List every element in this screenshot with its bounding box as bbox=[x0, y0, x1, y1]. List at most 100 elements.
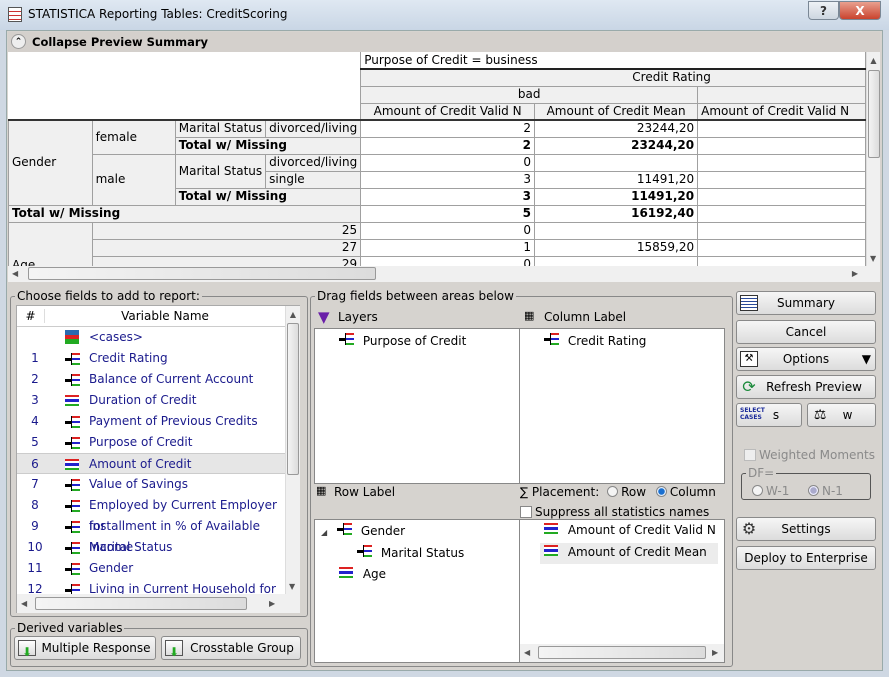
stat-item[interactable]: Amount of Credit Mean bbox=[540, 543, 718, 564]
variable-list-item[interactable]: 3 Duration of Credit bbox=[17, 390, 285, 411]
table-grid-icon: ▦ bbox=[524, 309, 535, 322]
variable-list-item[interactable]: 5 Purpose of Credit bbox=[17, 432, 285, 453]
weight-icon: ⚖ bbox=[813, 407, 827, 423]
preview-horizontal-scrollbar[interactable]: ◀ ▶ bbox=[8, 266, 880, 282]
variable-list-item[interactable]: <cases> bbox=[17, 327, 285, 348]
settings-label: Settings bbox=[781, 522, 831, 536]
variable-number: 3 bbox=[31, 393, 39, 407]
row-item-label: Marital Status bbox=[380, 546, 465, 560]
variable-list-horizontal-scrollbar[interactable]: ◀ ▶ bbox=[17, 594, 300, 613]
placement-column-radio[interactable] bbox=[655, 486, 667, 497]
preview-vertical-scrollbar[interactable]: ▲ ▼ bbox=[866, 52, 880, 266]
w1-label: W-1 bbox=[766, 484, 790, 498]
continuous-variable-icon bbox=[544, 545, 558, 556]
settings-button[interactable]: ⚙ Settings bbox=[736, 517, 876, 541]
statistics-horizontal-scrollbar[interactable]: ◀ ▶ bbox=[520, 644, 724, 662]
layer-header: Purpose of Credit = business bbox=[360, 52, 866, 70]
column-label-label: Column Label bbox=[544, 310, 627, 324]
variable-list-vertical-scrollbar[interactable]: ▲ ▼ bbox=[285, 306, 300, 594]
categorical-variable-icon bbox=[544, 333, 559, 345]
df-n1-radio[interactable]: N-1 bbox=[808, 484, 843, 498]
multiple-response-button[interactable]: ⬇ Multiple Response bbox=[14, 636, 156, 660]
placement-column-label[interactable]: Column bbox=[670, 485, 716, 499]
close-button[interactable]: X bbox=[839, 1, 881, 20]
summary-button[interactable]: Summary bbox=[736, 291, 876, 315]
cell-valid-n: 3 bbox=[360, 170, 536, 189]
cell-valid-n: 0 bbox=[360, 153, 536, 172]
df-w1-radio[interactable]: W-1 bbox=[752, 484, 789, 498]
categorical-icon bbox=[65, 563, 80, 575]
statistics-drop-area[interactable]: Amount of Credit Valid N Amount of Credi… bbox=[519, 519, 725, 663]
continuous-icon bbox=[65, 395, 79, 406]
column-header-variable-name[interactable]: Variable Name bbox=[45, 309, 285, 323]
variable-list[interactable]: # Variable Name <cases> 1 Credit Rating 2 Ba… bbox=[16, 305, 300, 613]
categorical-icon bbox=[65, 542, 80, 554]
weighted-moments-checkbox[interactable]: Weighted Moments bbox=[744, 448, 875, 462]
variable-list-item[interactable]: 9 Installment in % of Available Income bbox=[17, 516, 285, 554]
checkbox[interactable] bbox=[744, 449, 756, 461]
corner-cell bbox=[8, 52, 361, 121]
cancel-button[interactable]: Cancel bbox=[736, 320, 876, 344]
row-header-age: Age bbox=[8, 221, 93, 268]
variable-name: Value of Savings bbox=[89, 477, 189, 491]
placement-row-label[interactable]: Row bbox=[621, 485, 646, 499]
cell-mean: 16192,40 bbox=[534, 204, 699, 223]
variable-list-item[interactable]: 6 Amount of Credit bbox=[17, 453, 285, 474]
refresh-preview-button[interactable]: ⟳ Refresh Preview bbox=[736, 375, 876, 399]
layer-item[interactable]: Purpose of Credit bbox=[339, 333, 466, 348]
variable-list-item[interactable]: 12 Living in Current Household for bbox=[17, 579, 285, 595]
deploy-to-enterprise-button[interactable]: Deploy to Enterprise bbox=[736, 546, 876, 570]
row-header-marital: Marital Status bbox=[174, 119, 267, 138]
variable-list-item[interactable]: 1 Credit Rating bbox=[17, 348, 285, 369]
cancel-label: Cancel bbox=[785, 325, 827, 339]
title-bar: STATISTICA Reporting Tables: CreditScori… bbox=[0, 0, 889, 30]
variable-name: Marital Status bbox=[89, 540, 173, 554]
weights-button[interactable]: ⚖ w bbox=[807, 403, 876, 427]
variable-name: Payment of Previous Credits bbox=[89, 414, 258, 428]
select-cases-button[interactable]: SELECT CASES s bbox=[736, 403, 802, 427]
row-item-gender[interactable]: Gender bbox=[337, 523, 405, 538]
column-header-number[interactable]: # bbox=[17, 309, 45, 323]
row-item-age[interactable]: Age bbox=[339, 567, 386, 581]
window-title: STATISTICA Reporting Tables: CreditScori… bbox=[28, 7, 288, 21]
variable-list-item[interactable]: 10 Marital Status bbox=[17, 537, 285, 558]
cases-icon bbox=[65, 330, 79, 344]
column-level-header: bad bbox=[360, 85, 699, 104]
crosstable-group-button[interactable]: ⬇ Crosstable Group bbox=[161, 636, 301, 660]
column-variable-header: Credit Rating bbox=[360, 68, 866, 87]
variable-number: 5 bbox=[31, 435, 39, 449]
stat-item[interactable]: Amount of Credit Valid N bbox=[544, 523, 716, 537]
placement-row-radio[interactable] bbox=[607, 486, 619, 497]
variable-number: 8 bbox=[31, 498, 39, 512]
deploy-label: Deploy to Enterprise bbox=[744, 551, 868, 565]
green-arrow-down-icon: ⬇ bbox=[18, 640, 36, 658]
column-item[interactable]: Credit Rating bbox=[544, 333, 646, 348]
suppress-statistics-checkbox[interactable]: Suppress all statistics names bbox=[520, 505, 709, 519]
row-item-marital-status[interactable]: Marital Status bbox=[357, 545, 464, 560]
placement-control: ∑ Placement: Row Column bbox=[520, 485, 716, 499]
variable-name: Amount of Credit bbox=[89, 457, 192, 471]
variable-list-item[interactable]: 2 Balance of Current Account bbox=[17, 369, 285, 390]
refresh-icon: ⟳ bbox=[742, 377, 756, 396]
categorical-variable-icon bbox=[357, 545, 372, 557]
variable-list-item[interactable]: 11 Gender bbox=[17, 558, 285, 579]
column-label-drop-area[interactable]: Credit Rating bbox=[519, 328, 725, 484]
categorical-icon bbox=[65, 521, 80, 533]
options-button[interactable]: ⚒ Options ▼ bbox=[736, 347, 876, 371]
dropdown-arrow-icon[interactable]: ▼ bbox=[862, 348, 871, 370]
column-level-header bbox=[697, 85, 866, 104]
categorical-icon bbox=[65, 353, 80, 365]
layers-drop-area[interactable]: Purpose of Credit bbox=[314, 328, 520, 484]
cell-mean: 11491,20 bbox=[534, 187, 699, 206]
chevron-up-icon[interactable]: ⌃ bbox=[11, 34, 26, 49]
variable-list-item[interactable]: 7 Value of Savings bbox=[17, 474, 285, 495]
tree-collapse-icon[interactable]: ◢ bbox=[321, 528, 327, 537]
variable-list-item[interactable]: 4 Payment of Previous Credits bbox=[17, 411, 285, 432]
collapse-preview-header[interactable]: ⌃ Collapse Preview Summary bbox=[8, 32, 880, 52]
variable-list-item[interactable]: 8 Employed by Current Employer for bbox=[17, 495, 285, 533]
preview-table: Purpose of Credit = business Credit Rati… bbox=[8, 52, 866, 268]
row-label-drop-area[interactable]: ◢ Gender Marital Status Age bbox=[314, 519, 520, 663]
checkbox[interactable] bbox=[520, 506, 532, 518]
refresh-preview-label: Refresh Preview bbox=[766, 380, 862, 394]
help-button[interactable]: ? bbox=[808, 1, 839, 20]
